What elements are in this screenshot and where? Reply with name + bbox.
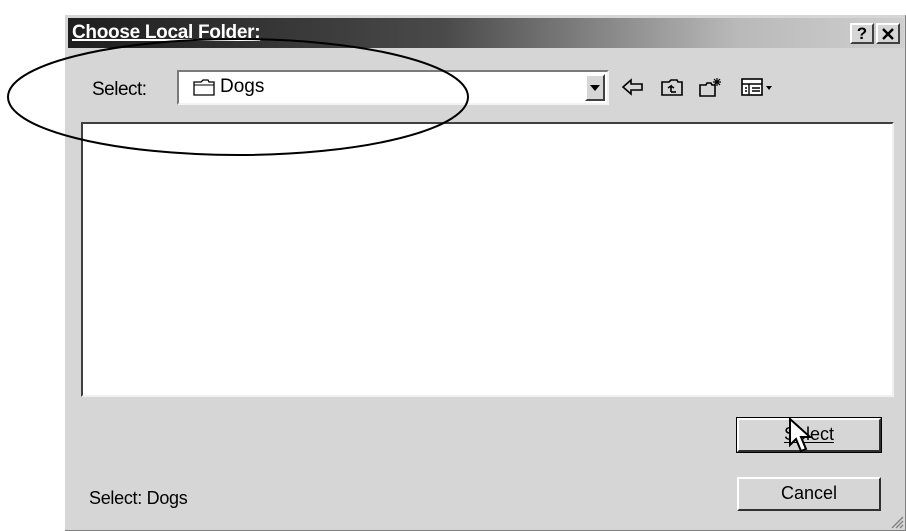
dropdown-button[interactable] [585, 74, 605, 101]
folder-select-combobox[interactable]: Dogs [177, 70, 609, 105]
folder-list[interactable] [81, 122, 894, 397]
view-menu-icon[interactable] [741, 77, 777, 97]
title-bar[interactable]: Choose Local Folder: ? [68, 18, 904, 48]
close-icon [882, 28, 894, 40]
select-label: Select: [92, 79, 147, 100]
dialog-title: Choose Local Folder: [72, 22, 261, 43]
help-button[interactable]: ? [850, 23, 874, 44]
close-button[interactable] [876, 23, 900, 44]
folder-select-value: Dogs [220, 76, 265, 97]
chevron-down-icon [590, 85, 600, 91]
up-one-level-icon[interactable] [660, 77, 684, 97]
cancel-button[interactable]: Cancel [737, 477, 881, 511]
choose-folder-dialog: Choose Local Folder: ? Select: Dogs Sele… [63, 13, 906, 531]
status-text: Select: Dogs [89, 488, 188, 508]
back-arrow-icon[interactable] [621, 77, 645, 97]
mouse-pointer-icon [789, 417, 813, 453]
new-folder-icon[interactable] [698, 77, 722, 97]
resize-grip-icon[interactable] [888, 513, 904, 529]
folder-icon [193, 79, 215, 96]
